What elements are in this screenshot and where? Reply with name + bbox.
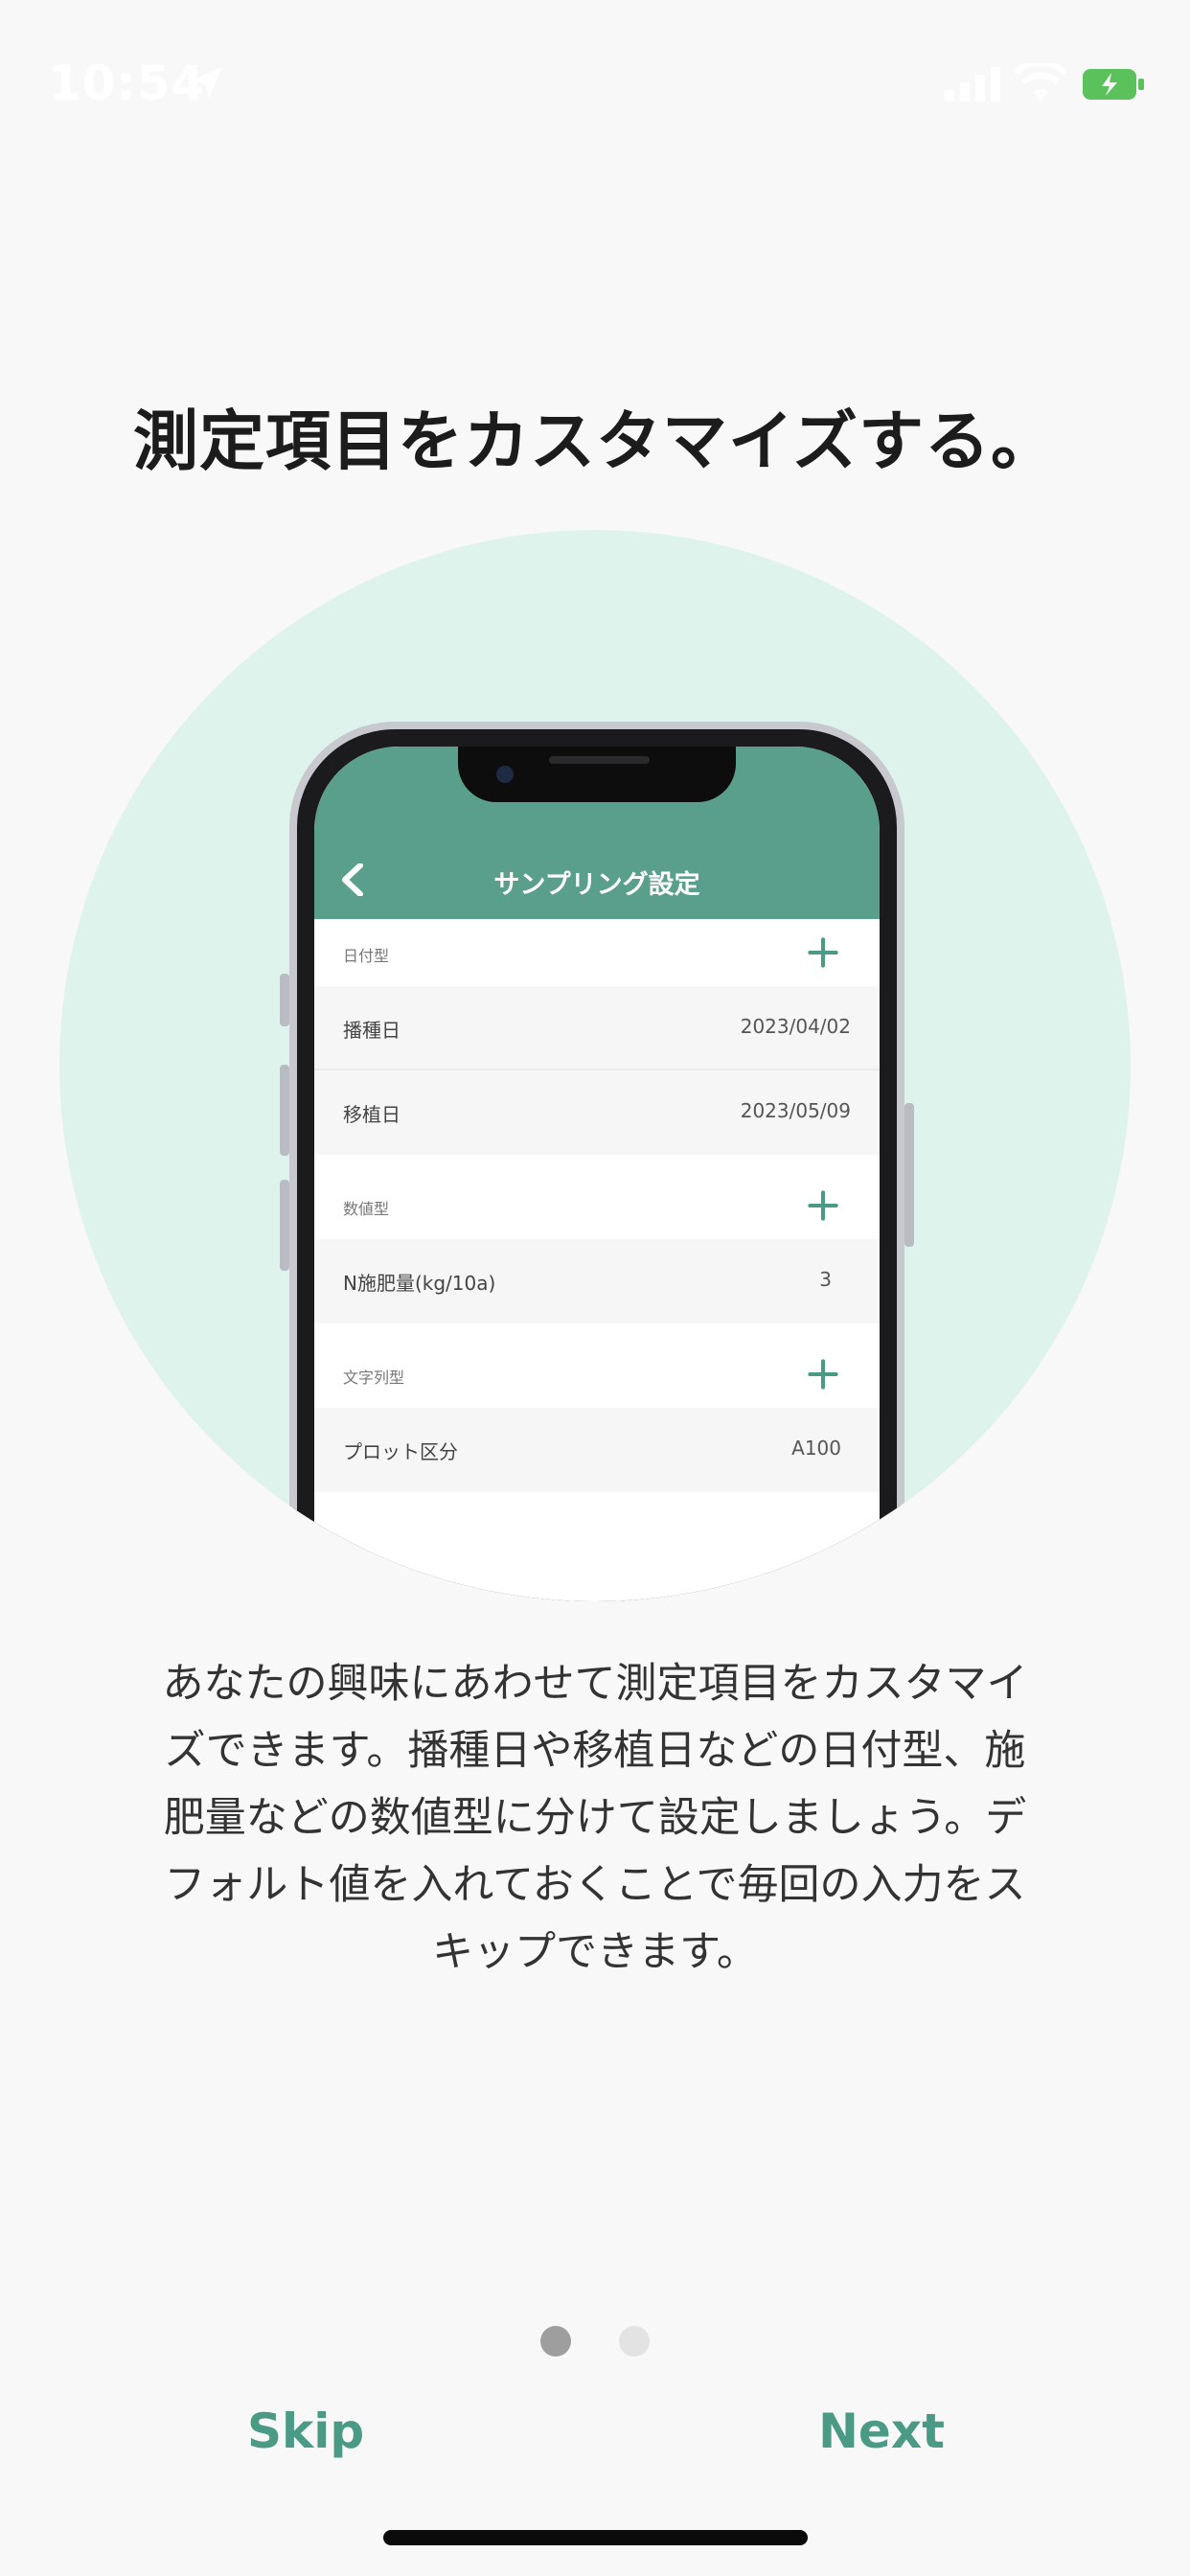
phone-speaker xyxy=(549,756,650,764)
phone-mockup: サンプリング設定 日付型 播種日 2023/04/02 移植日 2023/05/… xyxy=(280,722,914,1601)
row-label: 移植日 xyxy=(343,1103,400,1126)
phone-screen: サンプリング設定 日付型 播種日 2023/04/02 移植日 2023/05/… xyxy=(314,747,880,1601)
list-row: 播種日 2023/04/02 xyxy=(314,986,880,1070)
status-time: 10:54 xyxy=(48,56,206,111)
description-line: ズできます。播種日や移植日などの日付型、施 xyxy=(164,1727,1026,1775)
feature-illustration: サンプリング設定 日付型 播種日 2023/04/02 移植日 2023/05/… xyxy=(59,530,1131,1601)
phone-power-button xyxy=(904,1103,914,1247)
phone-volume-down-button xyxy=(280,1180,289,1271)
section-gap xyxy=(314,1323,880,1341)
section-header-number: 数値型 xyxy=(314,1172,880,1239)
row-value: A100 xyxy=(791,1437,841,1460)
plus-icon xyxy=(808,937,838,968)
row-value: 3 xyxy=(819,1268,832,1291)
row-value: 2023/05/09 xyxy=(740,1099,851,1122)
phone-volume-up-button xyxy=(280,1065,289,1156)
next-button[interactable]: Next xyxy=(818,2404,945,2459)
status-bar: 10:54 xyxy=(0,0,1190,153)
section-label: 数値型 xyxy=(343,1200,390,1218)
wifi-icon xyxy=(1014,63,1067,102)
page-title: 測定項目をカスタマイズする。 xyxy=(133,404,1057,480)
section-label: 日付型 xyxy=(343,947,390,965)
row-label: プロット区分 xyxy=(343,1440,458,1463)
list-row: 移植日 2023/05/09 xyxy=(314,1070,880,1155)
phone-notch xyxy=(458,747,736,802)
description-line: キップできます。 xyxy=(432,1928,758,1976)
description-line: フォルト値を入れておくことで毎回の入力をス xyxy=(164,1861,1026,1909)
feature-description: あなたの興味にあわせて測定項目をカスタマイ ズできます。播種日や移植日などの日付… xyxy=(105,1650,1085,1986)
description-line: 肥量などの数値型に分けて設定しましょう。デ xyxy=(163,1794,1027,1842)
section-header-string: 文字列型 xyxy=(314,1341,880,1408)
section-gap xyxy=(314,1155,880,1172)
plus-icon xyxy=(808,1359,838,1390)
cellular-signal-icon xyxy=(945,67,1000,102)
camera-icon xyxy=(496,766,514,783)
description-line: あなたの興味にあわせて測定項目をカスタマイ xyxy=(162,1660,1028,1708)
plus-icon xyxy=(808,1190,838,1221)
app-settings-list: 日付型 播種日 2023/04/02 移植日 2023/05/09 数値型 N施… xyxy=(314,919,880,1492)
home-indicator[interactable] xyxy=(383,2530,808,2545)
row-label: 播種日 xyxy=(343,1019,400,1042)
skip-button[interactable]: Skip xyxy=(247,2404,364,2459)
page-indicator-dot[interactable] xyxy=(619,2326,650,2357)
row-value: 2023/04/02 xyxy=(740,1015,851,1038)
section-label: 文字列型 xyxy=(343,1368,405,1387)
list-row: プロット区分 A100 xyxy=(314,1408,880,1492)
list-row: N施肥量(kg/10a) 3 xyxy=(314,1239,880,1323)
phone-mute-button xyxy=(280,974,289,1026)
location-arrow-icon xyxy=(192,67,222,98)
page-indicator-dot-active[interactable] xyxy=(540,2326,571,2357)
row-label: N施肥量(kg/10a) xyxy=(343,1272,496,1295)
battery-charging-icon xyxy=(1083,69,1144,100)
section-header-date: 日付型 xyxy=(314,919,880,986)
app-screen-title: サンプリング設定 xyxy=(493,870,700,900)
